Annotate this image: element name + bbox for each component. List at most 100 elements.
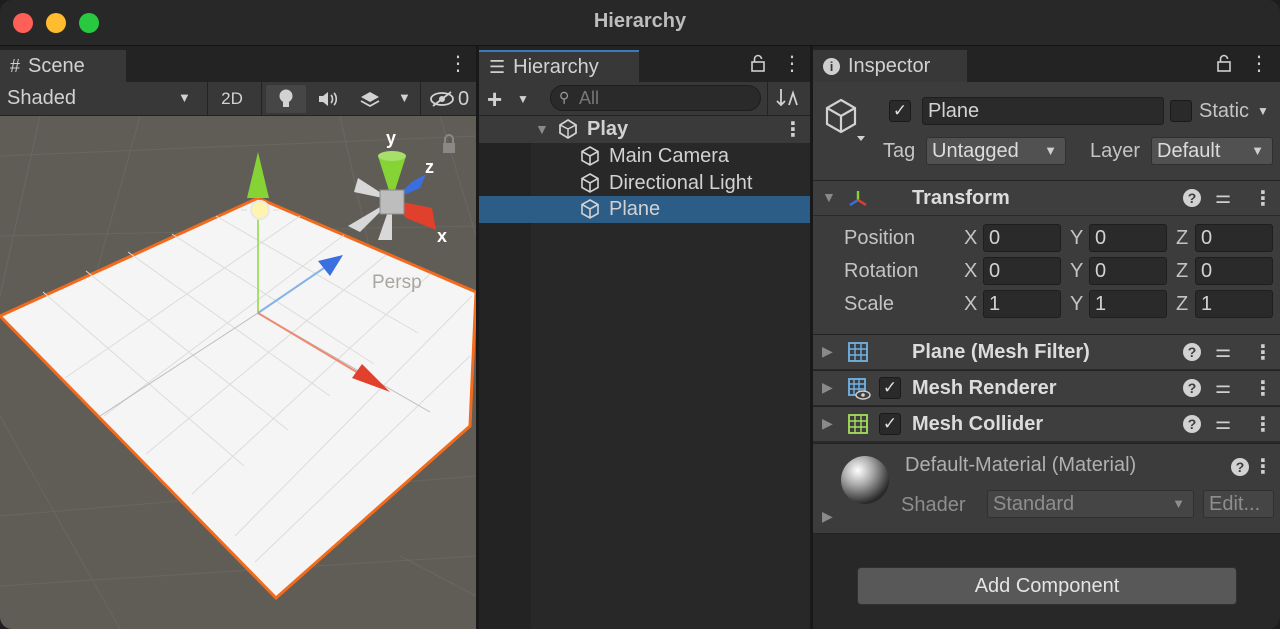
toggle-2d-button[interactable]: 2D (212, 85, 252, 113)
transform-header[interactable]: ▼ Transform ? ⚌ ⋮ (813, 180, 1280, 216)
panel-splitter[interactable] (810, 46, 813, 629)
gameobject-large-icon[interactable] (823, 96, 869, 142)
rotation-y-field[interactable]: 0 (1089, 257, 1167, 285)
mesh-renderer-header[interactable]: ▶ ✓ Mesh Renderer ? ⚌ ⋮ (813, 370, 1280, 406)
lighting-toggle-button[interactable] (266, 85, 306, 113)
plane-mesh[interactable] (0, 196, 476, 601)
list-item-main-camera[interactable]: Main Camera (479, 143, 810, 170)
collapsed-arrow-icon[interactable]: ▶ (822, 508, 833, 525)
presets-sliders-icon[interactable]: ⚌ (1215, 377, 1231, 398)
hierarchy-menu-kebab-icon[interactable]: ⋮ (782, 52, 802, 76)
scale-x-field[interactable]: 1 (983, 290, 1061, 318)
mesh-filter-header[interactable]: ▶ Plane (Mesh Filter) ? ⚌ ⋮ (813, 334, 1280, 370)
component-kebab-icon[interactable]: ⋮ (1253, 376, 1273, 401)
lock-icon[interactable] (751, 54, 765, 78)
inspector-tabbar: i Inspector ⋮ (813, 46, 1280, 82)
position-x-field[interactable]: 0 (983, 224, 1061, 252)
shader-value: Standard (993, 493, 1075, 515)
position-y-field[interactable]: 0 (1089, 224, 1167, 252)
add-component-button[interactable]: Add Component (857, 567, 1237, 605)
tab-scene[interactable]: # Scene (0, 50, 126, 82)
help-icon[interactable]: ? (1183, 343, 1201, 361)
edit-shader-button[interactable]: Edit... (1203, 490, 1274, 518)
shading-mode-dropdown[interactable]: Shaded (7, 87, 76, 110)
axis-y-label[interactable]: Y (1070, 227, 1083, 250)
transform-axes-icon (849, 191, 867, 207)
help-icon[interactable]: ? (1231, 458, 1249, 476)
scale-y-field[interactable]: 1 (1089, 290, 1167, 318)
presets-sliders-icon[interactable]: ⚌ (1215, 341, 1231, 362)
axis-z-label[interactable]: Z (1176, 293, 1188, 316)
inspector-menu-kebab-icon[interactable]: ⋮ (1249, 52, 1269, 76)
tag-dropdown[interactable]: Untagged ▼ (926, 137, 1066, 165)
list-item-plane[interactable]: Plane (479, 196, 810, 223)
scene-menu-kebab-icon[interactable]: ⋮ (448, 52, 468, 76)
presets-sliders-icon[interactable]: ⚌ (1215, 187, 1231, 208)
rotation-z-field[interactable]: 0 (1195, 257, 1273, 285)
rotation-x-field[interactable]: 0 (983, 257, 1061, 285)
list-item-directional-light[interactable]: Directional Light (479, 170, 810, 197)
create-dropdown-chevron-icon[interactable]: ▼ (517, 92, 529, 106)
axis-z-label[interactable]: Z (1176, 227, 1188, 250)
material-sphere-preview[interactable] (839, 454, 891, 506)
toolbar-divider (207, 82, 208, 116)
shader-dropdown[interactable]: Standard ▼ (987, 490, 1194, 518)
hierarchy-search-input[interactable]: ⚲ All (550, 85, 761, 111)
audio-toggle-button[interactable] (310, 85, 346, 113)
static-checkbox[interactable] (1170, 100, 1192, 122)
scene-row-play[interactable]: ▼ Play ⋮ (479, 116, 810, 143)
collapsed-arrow-icon[interactable]: ▶ (822, 379, 833, 396)
sort-order-icon[interactable] (775, 86, 799, 116)
axis-z-label[interactable]: Z (1176, 260, 1188, 283)
mesh-collider-enabled-checkbox[interactable]: ✓ (879, 413, 901, 435)
speaker-icon (319, 92, 338, 106)
gizmo-y-arrow[interactable] (247, 152, 269, 198)
component-kebab-icon[interactable]: ⋮ (1253, 340, 1273, 365)
hierarchy-toolbar: + ▼ ⚲ All (479, 82, 810, 116)
chevron-down-icon: ▼ (1251, 143, 1264, 158)
scale-z-field[interactable]: 1 (1195, 290, 1273, 318)
axis-x-label[interactable]: X (964, 293, 977, 316)
mesh-collider-header[interactable]: ▶ ✓ Mesh Collider ? ⚌ ⋮ (813, 406, 1280, 442)
collapsed-arrow-icon[interactable]: ▶ (822, 343, 833, 360)
panel-splitter[interactable] (476, 46, 479, 629)
eye-slash-icon (430, 91, 454, 107)
position-label: Position (844, 227, 916, 249)
scene-viewport[interactable]: y z x Persp (0, 116, 476, 629)
lock-icon[interactable] (1217, 54, 1231, 78)
expand-arrow-icon[interactable]: ▼ (822, 189, 836, 205)
help-icon[interactable]: ? (1183, 379, 1201, 397)
presets-sliders-icon[interactable]: ⚌ (1215, 413, 1231, 434)
object-name-field[interactable]: Plane (922, 97, 1164, 125)
shader-label: Shader (901, 494, 966, 516)
gizmo-lock-icon[interactable] (443, 134, 455, 153)
create-plus-icon[interactable]: + (487, 84, 502, 115)
axis-y-label[interactable]: Y (1070, 293, 1083, 316)
help-icon[interactable]: ? (1183, 189, 1201, 207)
scene-name: Play (587, 118, 629, 140)
projection-label[interactable]: Persp (372, 272, 422, 294)
mesh-renderer-enabled-checkbox[interactable]: ✓ (879, 377, 901, 399)
layer-dropdown[interactable]: Default ▼ (1151, 137, 1273, 165)
axis-x-label[interactable]: X (964, 260, 977, 283)
component-kebab-icon[interactable]: ⋮ (1253, 412, 1273, 437)
expand-arrow-icon[interactable]: ▼ (535, 121, 549, 137)
tab-hierarchy[interactable]: ☰ Hierarchy (479, 50, 639, 82)
axis-y-label[interactable]: Y (1070, 260, 1083, 283)
axis-x-label[interactable]: X (964, 227, 977, 250)
component-kebab-icon[interactable]: ⋮ (1253, 186, 1273, 211)
material-kebab-icon[interactable]: ⋮ (1253, 454, 1273, 479)
collapsed-arrow-icon[interactable]: ▶ (822, 415, 833, 432)
tab-inspector[interactable]: i Inspector (813, 50, 967, 82)
hidden-objects-toggle[interactable]: 0 (426, 85, 472, 113)
position-z-field[interactable]: 0 (1195, 224, 1273, 252)
scene-row-kebab-icon[interactable]: ⋮ (783, 117, 803, 142)
layer-value: Default (1157, 140, 1221, 162)
static-label[interactable]: Static (1199, 100, 1249, 123)
static-dropdown-chevron-icon[interactable]: ▼ (1257, 104, 1269, 118)
effects-toggle-button[interactable] (352, 85, 388, 113)
scene-toolbar: Shaded ▼ 2D ▼ 0 (0, 82, 476, 116)
effects-dropdown-chevron-icon[interactable]: ▼ (398, 90, 411, 105)
help-icon[interactable]: ? (1183, 415, 1201, 433)
active-checkbox[interactable]: ✓ (889, 100, 911, 122)
